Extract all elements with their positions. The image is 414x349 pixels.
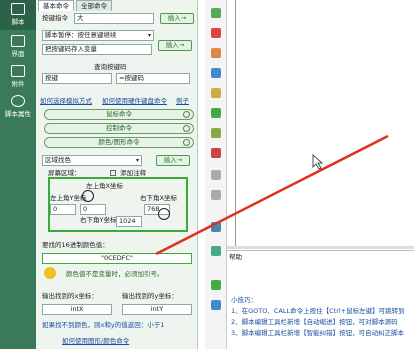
checkbox[interactable] <box>110 170 116 176</box>
key-command-label: 按键指令 <box>42 14 68 22</box>
mouse-commands-section[interactable]: 鼠标命令 <box>44 109 194 120</box>
key-command-input[interactable]: 大 <box>74 13 154 24</box>
attachment-icon <box>11 65 25 77</box>
graphics-commands-link[interactable]: 如何使用图形/颜色命令 <box>62 335 129 345</box>
expand-icon <box>183 111 190 118</box>
script-icon <box>11 3 25 15</box>
help-line-2: 2、脚本编辑工具栏新增【自动缩进】按钮，可对脚本源码 <box>231 318 398 326</box>
pause-select[interactable]: 脚本暂停：按任意键继续 <box>42 30 154 41</box>
warning-icon <box>44 267 56 279</box>
script-editor[interactable] <box>227 0 414 250</box>
editor-toolbar <box>205 0 227 349</box>
output-x-label: 输出找到的x坐标： <box>42 292 98 300</box>
image-icon[interactable] <box>211 280 221 290</box>
indent-icon[interactable] <box>211 108 221 118</box>
up-arrow-icon[interactable] <box>211 8 221 18</box>
help-line-1: 1、在GOTO、CALL命令上按住【Ctrl+鼠标左键】可跳转到 <box>231 307 405 315</box>
uncomment-icon[interactable] <box>211 190 221 200</box>
editor-scrollbar[interactable] <box>227 246 414 249</box>
keycode-code-input[interactable]: =按键码 <box>116 73 190 84</box>
format-icon[interactable] <box>211 128 221 138</box>
help-subtitle: 小技巧： <box>231 296 257 304</box>
paste-icon[interactable] <box>211 88 221 98</box>
command-panel: 基本命令 全部命令 按键指令 大 插入→ 脚本暂停：按任意键继续 插入→ 把按键… <box>36 0 198 349</box>
insert-pause-button[interactable]: 插入→ <box>158 40 192 51</box>
hardware-keyboard-link[interactable]: 如何使用硬件键盘命令 <box>102 95 167 105</box>
output-y-input[interactable]: intY <box>122 304 192 315</box>
left-rail: 脚本 界面 附件 脚本属性 <box>0 0 36 349</box>
collapse-icon <box>183 139 190 146</box>
help-pane: 帮助 小技巧： 1、在GOTO、CALL命令上按住【Ctrl+鼠标左键】可跳转到… <box>227 250 414 349</box>
color-tip-text: 颜色值不是变量时，必须加引号。 <box>66 270 164 278</box>
undo-icon[interactable] <box>211 48 221 58</box>
editor-gutter-line <box>235 0 236 246</box>
insert-key-button[interactable]: 插入→ <box>160 13 194 24</box>
query-keycode-title: 查询按键码 <box>94 63 127 71</box>
hex-color-input[interactable]: "0CEDFC" <box>42 253 192 264</box>
screen-region-frame <box>48 177 188 232</box>
example-link[interactable]: 例子 <box>176 95 189 105</box>
ui-icon <box>11 35 25 47</box>
rail-item-ui[interactable]: 界面 <box>0 32 36 62</box>
insert-region-button[interactable]: 插入→ <box>156 155 190 166</box>
search-icon[interactable] <box>211 246 221 256</box>
output-y-label: 输出找到的y坐标： <box>122 292 178 300</box>
rail-item-script[interactable]: 脚本 <box>0 0 36 30</box>
properties-icon <box>11 95 25 107</box>
expand-icon <box>183 125 190 132</box>
control-commands-section[interactable]: 控制命令 <box>44 123 194 134</box>
simulation-mode-link[interactable]: 如何选择模拟方式 <box>40 95 92 105</box>
copy-icon[interactable] <box>211 68 221 78</box>
color-graphics-section[interactable]: 颜色/图形命令 <box>44 137 194 148</box>
rail-item-attachment[interactable]: 附件 <box>0 62 36 92</box>
comment-icon[interactable] <box>211 170 221 180</box>
fix-icon[interactable] <box>211 148 221 158</box>
help-title: 帮助 <box>229 253 242 261</box>
rail-item-properties[interactable]: 脚本属性 <box>0 92 36 122</box>
tab-basic-commands[interactable]: 基本命令 <box>38 0 74 11</box>
goto-icon[interactable] <box>211 222 221 232</box>
tab-all-commands[interactable]: 全部命令 <box>76 0 112 11</box>
region-function-select[interactable]: 区域找色 <box>42 155 142 166</box>
keycode-key-input[interactable]: 按键 <box>42 73 112 84</box>
help-icon[interactable] <box>211 300 221 310</box>
store-keycode-field[interactable]: 把按键码存入变量 <box>42 44 152 55</box>
output-x-input[interactable]: intX <box>42 304 112 315</box>
help-line-3: 3、脚本编辑工具栏新增【智能纠错】按钮，可自动纠正脚本 <box>231 329 405 337</box>
not-found-note: 如果找不到颜色，则x和y的值返回：小于1 <box>42 321 165 329</box>
hex-color-label: 要找的16进制颜色值： <box>42 241 109 249</box>
delete-icon[interactable] <box>211 28 221 38</box>
